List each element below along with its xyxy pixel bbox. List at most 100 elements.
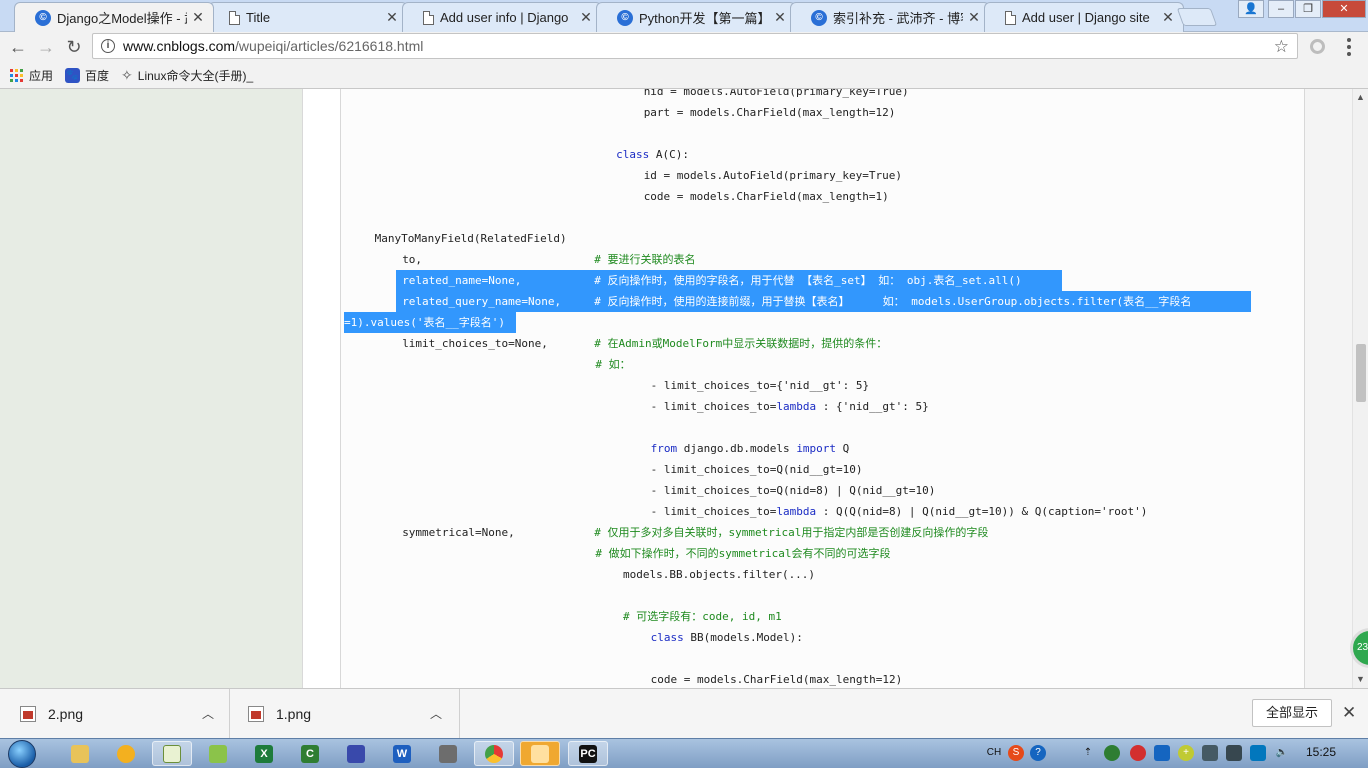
info-icon[interactable]: i	[101, 39, 115, 53]
page-left-margin	[0, 89, 303, 688]
reload-icon[interactable]: ↻	[62, 36, 86, 60]
address-bar[interactable]: i www.cnblogs.com /wupeiqi/articles/6216…	[92, 33, 1298, 59]
paint-taskbar-button[interactable]	[198, 741, 238, 766]
download-filename: 1.png	[276, 706, 312, 722]
save-taskbar-button[interactable]	[336, 741, 376, 766]
close-icon[interactable]: ✕	[579, 9, 593, 26]
plus-icon[interactable]: +	[1178, 745, 1194, 761]
code-text: related_name=None,	[402, 274, 595, 287]
window-close-icon[interactable]: ✕	[1322, 0, 1366, 18]
code-line: code = models.CharField(max_length=12)	[651, 669, 903, 688]
tab-add-user[interactable]: Add user | Django site ✕	[984, 2, 1184, 32]
code-comment: # 可选字段有：code, id, m1	[623, 610, 782, 623]
code-line: to, # 要进行关联的表名	[402, 249, 695, 270]
device-icon[interactable]	[1202, 745, 1218, 761]
code-block[interactable]: nid = models.AutoField(primary_key=True)…	[340, 89, 1305, 688]
extension-icon[interactable]	[1310, 39, 1325, 54]
code-line: ManyToManyField(RelatedField)	[375, 228, 567, 249]
record-icon[interactable]	[1130, 745, 1146, 761]
excel-taskbar-button[interactable]: X	[244, 741, 284, 766]
scroll-thumb[interactable]	[1356, 344, 1366, 402]
cnblogs-icon: ©	[35, 9, 51, 26]
bookmark-apps[interactable]: 应用	[10, 67, 53, 84]
bookmarks-bar: 应用 🐾 百度 ✧ Linux命令大全(手册)_	[0, 62, 1368, 89]
tab-title: Add user info | Django	[440, 10, 569, 25]
code-comment: # 如：	[595, 358, 631, 371]
close-icon[interactable]: ✕	[385, 9, 399, 26]
code-line: =1).values('表名__字段名')	[344, 312, 505, 333]
pycharm-taskbar-button[interactable]: PC	[568, 741, 608, 766]
close-icon[interactable]: ✕	[1342, 703, 1356, 723]
code-keyword: import	[796, 442, 837, 455]
monitor-icon[interactable]	[1226, 745, 1242, 761]
close-icon[interactable]: ✕	[967, 9, 981, 26]
tools-taskbar-button[interactable]	[428, 741, 468, 766]
sogou-icon[interactable]: S	[1008, 745, 1024, 761]
speaker-app-icon	[531, 744, 549, 763]
tab-python-dev[interactable]: © Python开发【第一篇】 ✕	[596, 2, 796, 32]
chevron-up-icon[interactable]: ︿	[430, 705, 442, 722]
tab-django-model[interactable]: © Django之Model操作 - 武 ✕	[14, 2, 214, 32]
page-viewport: nid = models.AutoField(primary_key=True)…	[0, 89, 1352, 688]
taskbar-clock[interactable]: 15:25	[1306, 745, 1336, 759]
tab-title: Python开发【第一篇】	[639, 11, 769, 26]
arrow-up-icon[interactable]: ⇡	[1080, 745, 1096, 761]
code-line: class A(C):	[616, 144, 689, 165]
download-filename: 2.png	[48, 706, 84, 722]
code-line: part = models.CharField(max_length=12)	[644, 102, 896, 123]
paint-icon	[209, 744, 227, 763]
chevron-up-icon[interactable]: ︿	[202, 705, 214, 722]
code-text: - limit_choices_to=	[650, 400, 777, 413]
network-icon[interactable]	[1104, 745, 1120, 761]
tab-add-user-info[interactable]: Add user info | Django ✕	[402, 2, 602, 32]
article-body: nid = models.AutoField(primary_key=True)…	[303, 89, 1305, 688]
bookmark-star-icon[interactable]: ☆	[1274, 37, 1289, 57]
code-text: : {'nid__gt': 5}	[816, 400, 929, 413]
close-icon[interactable]: ✕	[773, 9, 787, 26]
word-taskbar-button[interactable]: W	[382, 741, 422, 766]
restore-icon[interactable]: ❐	[1295, 0, 1321, 18]
code-text: - limit_choices_to=Q(nid=8) | Q(nid__gt=…	[650, 484, 936, 497]
code-line: limit_choices_to=None, # 在Admin或ModelFor…	[402, 333, 887, 354]
code-text: - limit_choices_to={'nid__gt': 5}	[650, 379, 870, 392]
close-icon[interactable]: ✕	[1161, 9, 1175, 26]
notepad-taskbar-button[interactable]	[152, 741, 192, 766]
code-text: - limit_choices_to=	[650, 505, 777, 518]
volume-icon[interactable]: 🔈	[1274, 745, 1290, 761]
code-keyword: class	[650, 631, 684, 644]
qq-taskbar-button[interactable]	[106, 741, 146, 766]
start-button[interactable]	[8, 740, 36, 768]
language-indicator[interactable]: CH	[986, 745, 1002, 761]
shield-icon[interactable]	[1154, 745, 1170, 761]
user-icon[interactable]: 👤	[1238, 0, 1264, 18]
c-app-taskbar-button[interactable]: C	[290, 741, 330, 766]
audio-taskbar-button[interactable]	[520, 741, 560, 766]
bookmark-linux[interactable]: ✧ Linux命令大全(手册)_	[121, 67, 253, 84]
back-arrow-icon[interactable]: ←	[6, 36, 30, 60]
linux-bookmark-icon: ✧	[121, 66, 133, 83]
explorer-taskbar-button[interactable]	[60, 741, 100, 766]
new-tab-button[interactable]	[1176, 8, 1218, 26]
bookmark-baidu[interactable]: 🐾 百度	[65, 67, 109, 84]
network-share-icon[interactable]	[1250, 745, 1266, 761]
close-icon[interactable]: ✕	[191, 9, 205, 26]
code-keyword: from	[650, 442, 678, 455]
url-path: /wupeiqi/articles/6216618.html	[235, 38, 424, 54]
help-icon[interactable]: ?	[1030, 745, 1046, 761]
download-item[interactable]: 2.png ︿	[0, 689, 230, 739]
show-all-downloads-button[interactable]: 全部显示	[1252, 699, 1332, 727]
download-item[interactable]: 1.png ︿	[230, 689, 460, 739]
pycharm-icon: PC	[579, 744, 597, 763]
chrome-taskbar-button[interactable]	[474, 741, 514, 766]
menu-kebab-icon[interactable]	[1347, 38, 1351, 56]
forward-arrow-icon[interactable]: →	[34, 36, 58, 60]
scroll-up-icon[interactable]: ▲	[1356, 92, 1365, 102]
tab-title-page[interactable]: Title ✕	[208, 2, 408, 32]
vertical-scrollbar[interactable]: ▲ ▼	[1352, 89, 1368, 688]
scroll-down-icon[interactable]: ▼	[1356, 674, 1365, 684]
code-comment: # 反向操作时，使用的字段名，用于代替 【表名_set】 如： obj.表名_s…	[594, 274, 1022, 287]
code-line: from django.db.models import Q	[651, 438, 850, 459]
minimize-icon[interactable]: –	[1268, 0, 1294, 18]
tab-index-supplement[interactable]: © 索引补充 - 武沛齐 - 博客 ✕	[790, 2, 990, 32]
code-line: - limit_choices_to=Q(nid__gt=10)	[651, 459, 863, 480]
